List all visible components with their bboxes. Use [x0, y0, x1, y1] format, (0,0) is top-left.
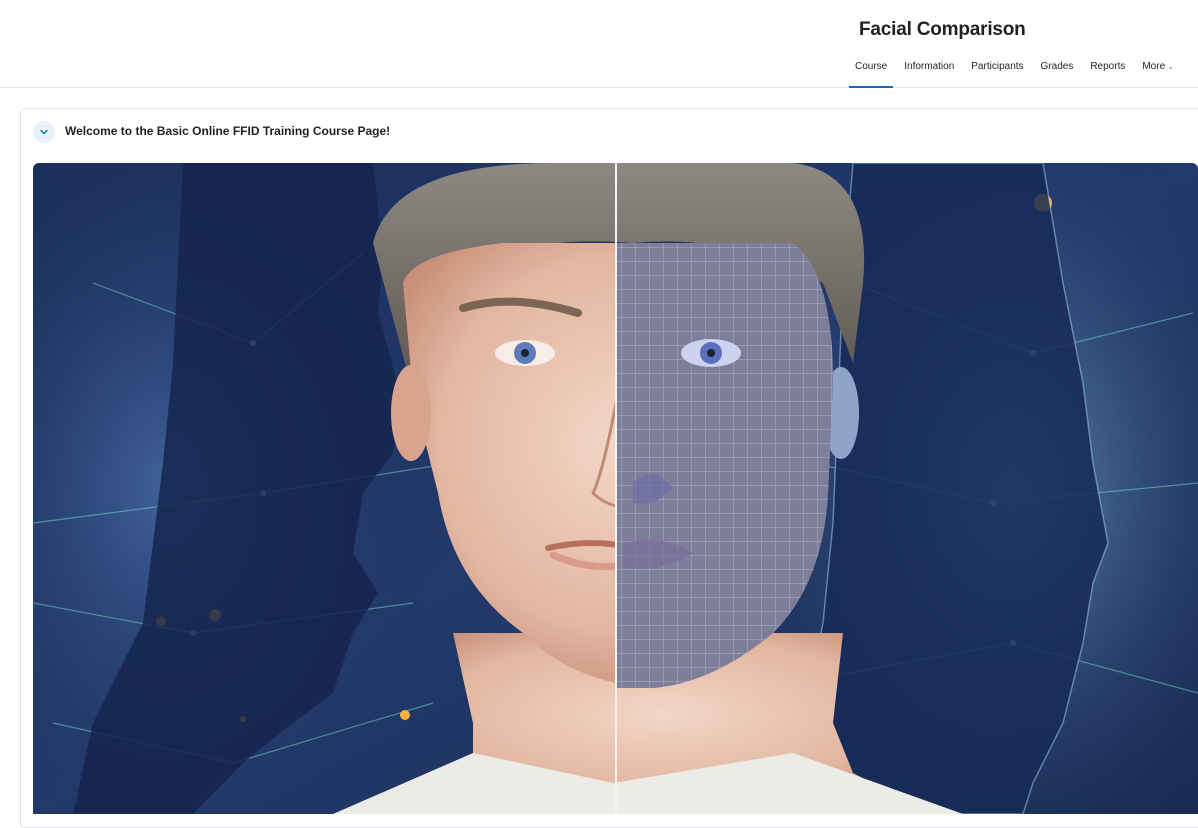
- tab-participants[interactable]: Participants: [965, 54, 1029, 88]
- chevron-down-icon: [40, 129, 48, 135]
- tab-more-label: More: [1142, 61, 1166, 72]
- page-header: Facial Comparison Course Information Par…: [0, 0, 1198, 88]
- tab-grades[interactable]: Grades: [1035, 54, 1080, 88]
- tab-course[interactable]: Course: [849, 54, 894, 88]
- section-collapse-button[interactable]: [33, 121, 55, 143]
- chevron-down-icon: ⌄: [1167, 62, 1174, 71]
- facial-comparison-banner-image: [33, 163, 1198, 814]
- tab-more[interactable]: More ⌄: [1136, 54, 1180, 88]
- secondary-navigation: Course Information Participants Grades R…: [849, 54, 1185, 88]
- tab-reports[interactable]: Reports: [1084, 54, 1131, 88]
- section-title: Welcome to the Basic Online FFID Trainin…: [65, 124, 391, 138]
- tab-information[interactable]: Information: [898, 54, 960, 88]
- page-title: Facial Comparison: [859, 19, 1026, 40]
